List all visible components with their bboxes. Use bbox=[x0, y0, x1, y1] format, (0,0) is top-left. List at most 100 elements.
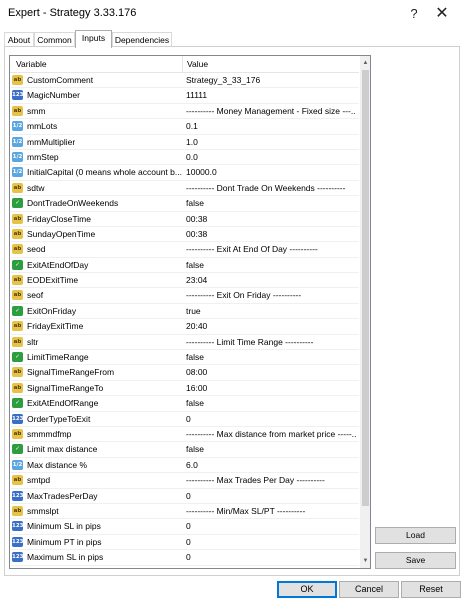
parameter-row[interactable]: ✓ LimitTimeRange false bbox=[11, 350, 359, 366]
parameter-row[interactable]: ab SundayOpenTime 00:38 bbox=[11, 227, 359, 243]
parameter-row[interactable]: ab FridayCloseTime 00:38 bbox=[11, 212, 359, 227]
string-type-icon: ab bbox=[12, 428, 23, 439]
parameter-row[interactable]: ✓ DontTradeOnWeekends false bbox=[11, 196, 359, 212]
parameter-row[interactable]: ab EODExitTime 23:04 bbox=[11, 273, 359, 289]
parameter-row[interactable]: 123 OrderTypeToExit 0 bbox=[11, 412, 359, 427]
parameter-value[interactable]: 00:38 bbox=[186, 229, 356, 239]
ok-button[interactable]: OK bbox=[277, 581, 337, 598]
parameter-value[interactable]: true bbox=[186, 306, 356, 316]
parameter-row[interactable]: ab SignalTimeRangeFrom 08:00 bbox=[11, 365, 359, 381]
bool-type-icon: ✓ bbox=[12, 198, 23, 209]
parameter-row[interactable]: ab smm ---------- Money Management - Fixed… bbox=[11, 104, 359, 120]
parameter-value[interactable]: 10000.0 bbox=[186, 167, 356, 177]
tab-inputs[interactable]: Inputs bbox=[75, 30, 112, 48]
parameter-value[interactable]: 0 bbox=[186, 491, 356, 501]
column-header-variable[interactable]: Variable bbox=[16, 59, 47, 69]
parameter-value[interactable]: false bbox=[186, 260, 356, 270]
vertical-scrollbar[interactable]: ▲ ▼ bbox=[360, 56, 370, 568]
parameter-row[interactable]: 123 Minimum SL in pips 0 bbox=[11, 519, 359, 535]
parameter-value[interactable]: 00:38 bbox=[186, 214, 356, 224]
tab-common[interactable]: Common bbox=[34, 32, 75, 47]
parameter-value[interactable]: 0 bbox=[186, 552, 356, 562]
parameter-value[interactable]: 0 bbox=[186, 521, 356, 531]
parameter-value[interactable]: ---------- Exit At End Of Day ---------- bbox=[186, 244, 356, 254]
scrollbar-thumb[interactable] bbox=[362, 70, 369, 506]
parameter-value[interactable]: 23:04 bbox=[186, 275, 356, 285]
parameter-value[interactable]: 0 bbox=[186, 537, 356, 547]
parameter-row[interactable]: 1/2 mmMultiplier 1.0 bbox=[11, 135, 359, 150]
parameter-row[interactable]: 123 MagicNumber 11111 bbox=[11, 88, 359, 104]
parameter-value[interactable]: ---------- Money Management - Fixed size… bbox=[186, 106, 356, 116]
scroll-up-arrow-icon[interactable]: ▲ bbox=[361, 58, 370, 68]
parameter-value[interactable]: 11111 bbox=[186, 90, 356, 100]
parameter-value[interactable]: Strategy_3_33_176 bbox=[186, 75, 356, 85]
parameter-value[interactable]: ---------- Min/Max SL/PT ---------- bbox=[186, 506, 356, 516]
close-button[interactable]: ✕ bbox=[430, 4, 454, 24]
parameter-name: SundayOpenTime bbox=[27, 228, 96, 239]
parameter-value[interactable]: ---------- Limit Time Range ---------- bbox=[186, 337, 356, 347]
parameter-row[interactable]: 1/2 InitialCapital (0 means whole account… bbox=[11, 165, 359, 181]
parameter-row[interactable]: ✓ ExitOnFriday true bbox=[11, 304, 359, 320]
parameter-value[interactable]: 20:40 bbox=[186, 321, 356, 331]
parameter-row[interactable]: ab seod ---------- Exit At End Of Day ----… bbox=[11, 242, 359, 258]
parameter-row[interactable]: ab SignalTimeRangeTo 16:00 bbox=[11, 381, 359, 397]
tab-about[interactable]: About bbox=[4, 32, 34, 47]
column-divider[interactable] bbox=[182, 56, 183, 72]
column-header-value[interactable]: Value bbox=[187, 59, 208, 69]
tab-dependencies[interactable]: Dependencies bbox=[112, 32, 172, 47]
integer-type-icon: 123 bbox=[12, 90, 24, 101]
parameter-row[interactable]: ✓ ExitAtEndOfDay false bbox=[11, 258, 359, 274]
parameter-row[interactable]: ✓ ExitAtEndOfRange false bbox=[11, 396, 359, 412]
string-type-icon: ab bbox=[12, 275, 23, 286]
string-type-icon: ab bbox=[12, 336, 23, 347]
integer-type-icon: 123 bbox=[12, 552, 24, 563]
inputs-grid: Variable Value ab CustomComment Strategy_3… bbox=[9, 55, 371, 569]
parameter-row[interactable]: 123 Maximum SL in pips 0 bbox=[11, 550, 359, 566]
inputs-panel: Variable Value ab CustomComment Strategy_3… bbox=[4, 46, 460, 576]
help-button[interactable]: ? bbox=[404, 4, 424, 24]
cancel-button[interactable]: Cancel bbox=[339, 581, 399, 598]
bool-type-icon: ✓ bbox=[12, 305, 23, 316]
parameter-value[interactable]: ---------- Max Trades Per Day ---------- bbox=[186, 475, 356, 485]
double-type-icon: 1/2 bbox=[12, 167, 23, 178]
parameter-row[interactable]: ab FridayExitTime 20:40 bbox=[11, 319, 359, 335]
parameter-value[interactable]: false bbox=[186, 444, 356, 454]
parameter-value[interactable]: ---------- Exit On Friday ---------- bbox=[186, 290, 356, 300]
save-button[interactable]: Save bbox=[375, 552, 456, 569]
parameter-value[interactable]: false bbox=[186, 352, 356, 362]
parameter-row[interactable]: 123 MaxTradesPerDay 0 bbox=[11, 489, 359, 504]
parameter-row[interactable]: ✓ Limit max distance false bbox=[11, 442, 359, 458]
parameter-row[interactable]: 1/2 mmStep 0.0 bbox=[11, 150, 359, 166]
parameter-name: smm bbox=[27, 105, 46, 116]
parameter-row[interactable]: ab seof ---------- Exit On Friday --------… bbox=[11, 288, 359, 304]
parameter-value[interactable]: 0 bbox=[186, 414, 356, 424]
parameter-row[interactable]: 1/2 Max distance % 6.0 bbox=[11, 458, 359, 474]
parameter-row[interactable]: ab smtpd ---------- Max Trades Per Day ---… bbox=[11, 473, 359, 489]
double-type-icon: 1/2 bbox=[12, 121, 23, 132]
parameter-value[interactable]: 6.0 bbox=[186, 460, 356, 470]
parameter-name: ExitAtEndOfRange bbox=[27, 398, 99, 409]
parameter-value[interactable]: 0.0 bbox=[186, 152, 356, 162]
parameter-row[interactable]: ab smmslpt ---------- Min/Max SL/PT ------… bbox=[11, 504, 359, 520]
parameter-value[interactable]: 16:00 bbox=[186, 383, 356, 393]
parameter-name: Minimum SL in pips bbox=[27, 521, 101, 532]
parameter-value[interactable]: ---------- Dont Trade On Weekends ------… bbox=[186, 183, 356, 193]
scroll-down-arrow-icon[interactable]: ▼ bbox=[361, 556, 370, 566]
parameter-value[interactable]: false bbox=[186, 198, 356, 208]
parameter-row[interactable]: ab CustomComment Strategy_3_33_176 bbox=[11, 73, 359, 89]
string-type-icon: ab bbox=[12, 505, 23, 516]
load-button[interactable]: Load bbox=[375, 527, 456, 544]
parameter-name: Limit max distance bbox=[27, 444, 98, 455]
parameter-value[interactable]: 1.0 bbox=[186, 137, 356, 147]
parameter-row[interactable]: ab sltr ---------- Limit Time Range ------… bbox=[11, 335, 359, 351]
parameter-value[interactable]: 0.1 bbox=[186, 121, 356, 131]
parameter-value[interactable]: ---------- Max distance from market pric… bbox=[186, 429, 356, 439]
parameter-row[interactable]: ab smmmdfmp ---------- Max distance from m… bbox=[11, 427, 359, 443]
parameter-row[interactable]: 1/2 mmLots 0.1 bbox=[11, 119, 359, 135]
reset-button[interactable]: Reset bbox=[401, 581, 461, 598]
bool-type-icon: ✓ bbox=[12, 398, 23, 409]
parameter-row[interactable]: ab sdtw ---------- Dont Trade On Weekends … bbox=[11, 181, 359, 197]
parameter-row[interactable]: 123 Minimum PT in pips 0 bbox=[11, 535, 359, 551]
parameter-value[interactable]: 08:00 bbox=[186, 367, 356, 377]
parameter-value[interactable]: false bbox=[186, 398, 356, 408]
